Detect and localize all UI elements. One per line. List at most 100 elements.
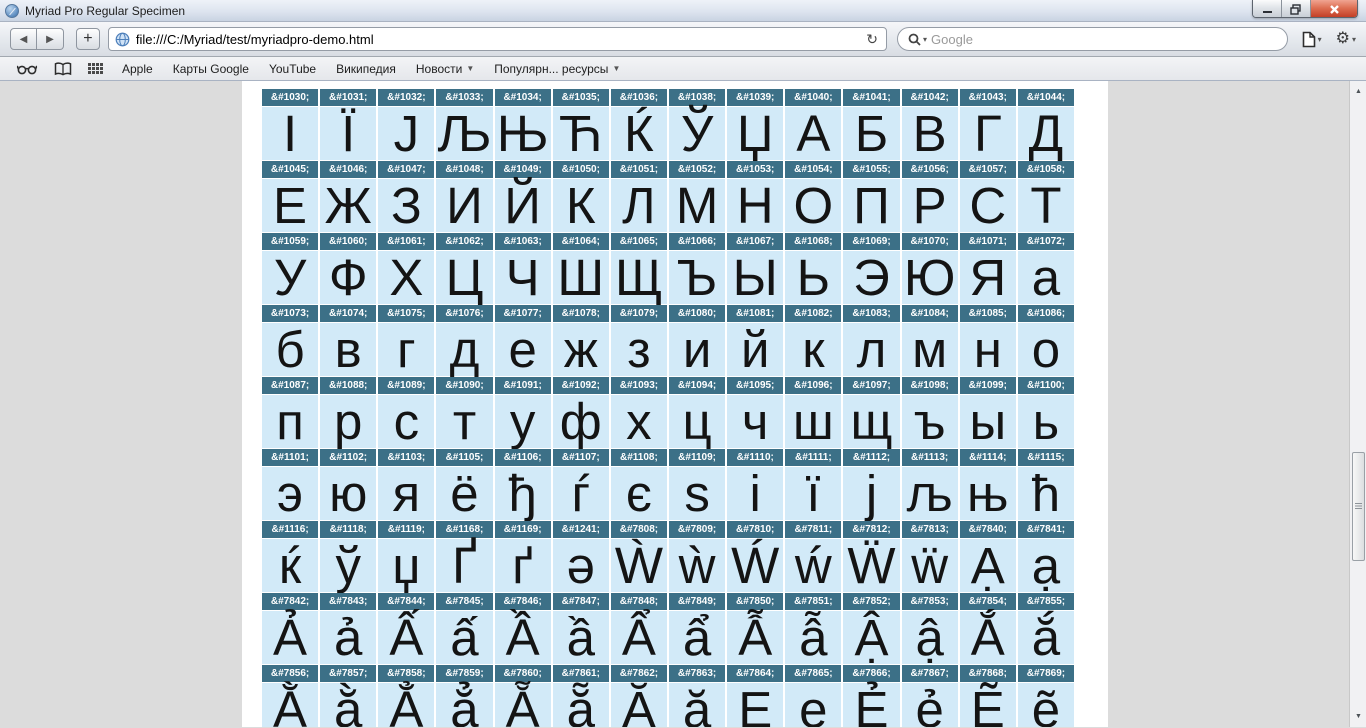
glyph-cell: ẃ xyxy=(785,539,841,592)
bookmark-item-apple[interactable]: Apple xyxy=(112,57,163,80)
glyph-cell: Э xyxy=(843,251,899,304)
eyeglasses-icon xyxy=(16,63,38,75)
bookmark-label: YouTube xyxy=(269,62,316,76)
entity-code-cell: &#7842; xyxy=(262,593,318,610)
entity-code-cell: &#7840; xyxy=(960,521,1016,538)
glyph-cell: ả xyxy=(320,611,376,664)
entity-code-cell: &#1055; xyxy=(843,161,899,178)
entity-code-cell: &#1057; xyxy=(960,161,1016,178)
bookmarks-menu-button[interactable] xyxy=(46,62,80,76)
glyph-cell: н xyxy=(960,323,1016,376)
entity-code-cell: &#7848; xyxy=(611,593,667,610)
glyph-cell: М xyxy=(669,179,725,232)
entity-code-cell: &#1073; xyxy=(262,305,318,322)
entity-code-cell: &#7860; xyxy=(495,665,551,682)
bookmark-folder-novosti[interactable]: Новости ▼ xyxy=(406,57,484,80)
glyph-cell: Ї xyxy=(320,107,376,160)
restore-button[interactable] xyxy=(1282,0,1311,18)
entity-code-cell: &#1097; xyxy=(843,377,899,394)
glyph-cell: Ằ xyxy=(262,683,318,727)
glyph-cell: ж xyxy=(553,323,609,376)
scroll-down-arrow[interactable]: ▼ xyxy=(1350,708,1366,725)
entity-code-cell: &#1080; xyxy=(669,305,725,322)
page-menu-button[interactable]: ▾ xyxy=(1302,31,1322,48)
entity-code-cell: &#1100; xyxy=(1018,377,1074,394)
glyph-cell: с xyxy=(378,395,434,448)
entity-code-cell: &#7812; xyxy=(843,521,899,538)
close-button[interactable] xyxy=(1311,0,1357,18)
bookmark-label: Википедия xyxy=(336,62,396,76)
add-bookmark-button[interactable]: + xyxy=(76,28,100,50)
entity-code-cell: &#7869; xyxy=(1018,665,1074,682)
bookmark-item-youtube[interactable]: YouTube xyxy=(259,57,326,80)
top-sites-button[interactable] xyxy=(80,62,112,75)
entity-code-cell: &#1076; xyxy=(436,305,492,322)
settings-menu-button[interactable]: ⚙ ▾ xyxy=(1336,31,1356,47)
glyph-cell: А xyxy=(785,107,841,160)
glyph-cell: Ẁ xyxy=(611,539,667,592)
glyph-cell: љ xyxy=(902,467,958,520)
glyph-cell: Ấ xyxy=(378,611,434,664)
entity-code-cell: &#1111; xyxy=(785,449,841,466)
bookmark-item-karty-google[interactable]: Карты Google xyxy=(163,57,259,80)
minimize-button[interactable] xyxy=(1253,0,1282,18)
bookmark-label: Новости xyxy=(416,62,462,76)
entity-code-cell: &#1054; xyxy=(785,161,841,178)
search-field[interactable]: ▾ Google xyxy=(897,27,1288,51)
scroll-up-arrow[interactable]: ▲ xyxy=(1350,83,1366,100)
back-button[interactable]: ◀ xyxy=(10,28,37,50)
entity-code-cell: &#1089; xyxy=(378,377,434,394)
reload-icon[interactable]: ↻ xyxy=(864,31,880,48)
entity-code-cell: &#7813; xyxy=(902,521,958,538)
glyph-cell: ѕ xyxy=(669,467,725,520)
glyph-cell: Ẃ xyxy=(727,539,783,592)
glyph-cell: є xyxy=(611,467,667,520)
entity-code-cell: &#7856; xyxy=(262,665,318,682)
entity-code-cell: &#1052; xyxy=(669,161,725,178)
glyph-cell: ш xyxy=(785,395,841,448)
entity-code-cell: &#7847; xyxy=(553,593,609,610)
entity-code-cell: &#1065; xyxy=(611,233,667,250)
entity-code-cell: &#1074; xyxy=(320,305,376,322)
glyph-cell: б xyxy=(262,323,318,376)
glyph-cell: Ắ xyxy=(960,611,1016,664)
glyph-cell: Ẫ xyxy=(727,611,783,664)
settings-caret-icon: ▾ xyxy=(1352,35,1356,44)
entity-code-cell: &#1047; xyxy=(378,161,434,178)
entity-code-cell: &#1096; xyxy=(785,377,841,394)
glyph-cell: Ь xyxy=(785,251,841,304)
glyph-cell: У xyxy=(262,251,318,304)
reading-list-button[interactable] xyxy=(8,63,46,75)
page-icon xyxy=(1302,31,1316,48)
glyph-cell: ё xyxy=(436,467,492,520)
forward-button[interactable]: ▶ xyxy=(37,28,64,50)
entity-code-cell: &#1036; xyxy=(611,89,667,106)
glyph-cell: ќ xyxy=(262,539,318,592)
glyph-cell: К xyxy=(553,179,609,232)
bookmark-folder-popular-resources[interactable]: Популярн... ресурсы ▼ xyxy=(484,57,630,80)
entity-code-cell: &#1092; xyxy=(553,377,609,394)
entity-code-cell: &#7857; xyxy=(320,665,376,682)
entity-code-cell: &#7862; xyxy=(611,665,667,682)
gear-icon: ⚙ xyxy=(1336,31,1350,47)
open-book-icon xyxy=(54,62,72,76)
restore-icon xyxy=(1290,4,1302,15)
glyph-cell: ь xyxy=(1018,395,1074,448)
bookmark-item-wikipedia[interactable]: Википедия xyxy=(326,57,406,80)
scrollbar-thumb[interactable] xyxy=(1352,452,1365,561)
glyph-cell: Ґ xyxy=(436,539,492,592)
vertical-scrollbar[interactable]: ▲ ▼ xyxy=(1349,81,1366,727)
entity-code-cell: &#7845; xyxy=(436,593,492,610)
entity-code-cell: &#7850; xyxy=(727,593,783,610)
glyph-cell: Ặ xyxy=(611,683,667,727)
search-engine-caret-icon: ▾ xyxy=(923,35,927,44)
glyph-cell: Ẽ xyxy=(960,683,1016,727)
entity-code-cell: &#1044; xyxy=(1018,89,1074,106)
entity-code-cell: &#1118; xyxy=(320,521,376,538)
entity-code-cell: &#1059; xyxy=(262,233,318,250)
glyph-cell: ắ xyxy=(1018,611,1074,664)
entity-code-cell: &#1062; xyxy=(436,233,492,250)
entity-code-cell: &#1113; xyxy=(902,449,958,466)
glyph-cell: Џ xyxy=(727,107,783,160)
address-bar[interactable]: file:///C:/Myriad/test/myriadpro-demo.ht… xyxy=(108,27,887,51)
